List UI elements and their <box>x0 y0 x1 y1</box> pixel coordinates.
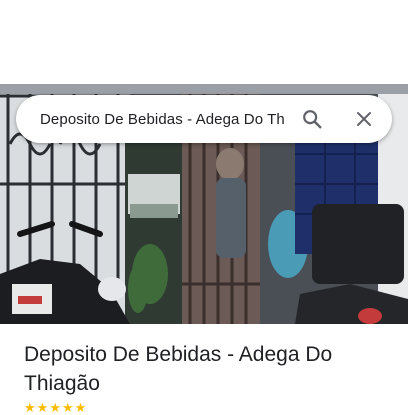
star-icon: ★ <box>49 400 61 415</box>
star-icon: ★ <box>36 400 49 415</box>
star-icon: ★ <box>24 400 36 415</box>
search-input[interactable]: Deposito De Bebidas - Adega Do Th <box>40 111 286 128</box>
search-button[interactable] <box>292 99 332 139</box>
place-title: Deposito De Bebidas - Adega Do Thiagão <box>24 343 333 395</box>
top-blank-area <box>0 0 408 84</box>
clear-search-button[interactable] <box>344 99 384 139</box>
star-icon: ★ <box>74 400 87 415</box>
search-bar[interactable]: Deposito De Bebidas - Adega Do Th <box>16 95 392 143</box>
search-icon <box>303 110 322 129</box>
star-icon: ★ <box>61 400 74 415</box>
rating-stars: ★ ★ ★ ★ ★ <box>24 400 87 415</box>
close-icon <box>357 112 371 126</box>
